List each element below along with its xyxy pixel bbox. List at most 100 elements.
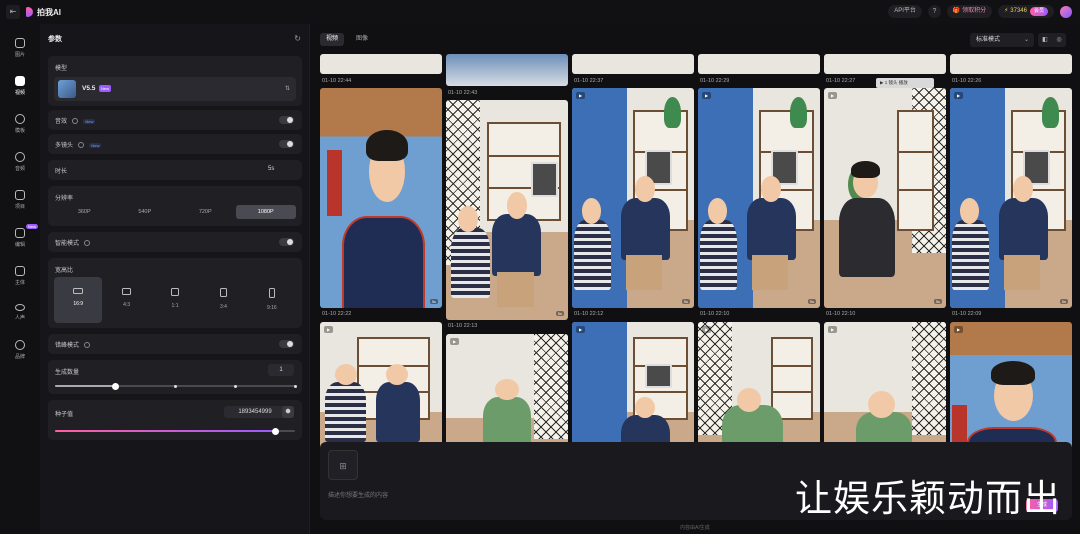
ratio-option-3-4[interactable]: 3:4 [199,277,247,323]
eye-icon [15,304,25,311]
tab-image[interactable]: 图像 [350,33,374,46]
video-thumbnail[interactable] [950,54,1072,74]
video-thumbnail[interactable]: ▶ 5s [950,88,1072,308]
music-icon [15,152,25,162]
video-thumbnail[interactable] [824,54,946,74]
help-icon[interactable] [83,342,90,349]
seed-input[interactable]: 1893454999 [224,406,286,418]
ratio-label: 3:4 [219,304,227,310]
ratio-9-16-icon [268,288,275,298]
nav-item-template[interactable]: 模板 [0,114,40,134]
upload-image-button[interactable]: ⊞ [328,450,358,480]
nav-label: 主体 [14,280,25,286]
video-thumbnail[interactable] [446,54,568,86]
count-input[interactable]: 1 [268,364,294,376]
nav-item-video[interactable]: 视频 [0,76,40,96]
offpeak-label-wrap: 错峰模式 [55,340,90,349]
help-icon[interactable] [71,118,78,125]
resolution-option-360p[interactable]: 360P [54,205,115,219]
nav-item-edit[interactable]: New 编辑 [0,224,40,248]
layout-icon[interactable]: ◧ [1038,33,1052,47]
shelf-decor [897,110,934,231]
multi-shot-toggle[interactable] [279,140,294,148]
claim-points-button[interactable]: 🎁 领取积分 [946,5,993,18]
slider-step-dot [293,384,297,388]
offpeak-toggle[interactable] [279,340,294,348]
resolution-option-1080p[interactable]: 1080P [235,205,296,219]
sound-card: 音效 New [48,110,302,130]
nav-item-brand[interactable]: 品牌 [0,340,40,360]
nav-item-project[interactable]: 项目 [0,190,40,210]
duration-card[interactable]: 时长 5s [48,160,302,180]
figure-jacket [838,198,895,278]
sound-toggle[interactable] [279,116,294,124]
mode-select[interactable]: 标准模式 ⌄ [970,33,1034,47]
video-thumbnail[interactable] [572,54,694,74]
figure-head [867,391,895,418]
settings-icon[interactable]: ◎ [1052,33,1066,47]
avatar[interactable] [1060,5,1072,18]
refresh-icon[interactable]: ↻ [294,34,301,43]
plant-decor [663,96,681,128]
clip-tag: ▶ [576,92,586,99]
video-thumbnail[interactable]: ▶ 5s [572,88,694,308]
duration-label: 时长 [55,169,68,175]
image-upload-icon: ⊞ [339,461,347,471]
ratio-option-9-16[interactable]: 9:16 [248,277,296,323]
help-icon[interactable] [77,142,84,149]
nav-item-voice[interactable]: 人声 [0,304,40,321]
logo[interactable]: 拍我AI [26,7,61,18]
smart-mode-toggle[interactable] [279,238,294,246]
video-thumbnail[interactable]: 5s [320,88,442,308]
nav-item-subject[interactable]: 主体 [0,266,40,286]
multi-shot-label-wrap: 多镜头 New [55,140,102,149]
clip-tag: ▶ [954,92,964,99]
count-label: 生成数量 [55,370,80,376]
plant-decor [789,96,807,128]
ratio-option-16-9[interactable]: 16:9 [54,277,103,323]
ratio-option-1-1[interactable]: 1:1 [151,277,199,323]
back-icon[interactable]: ⇤ [6,5,20,19]
aspect-ratio-label: 宽高比 [55,268,74,274]
nav-item-image[interactable]: 图片 [0,38,40,58]
resolution-option-540p[interactable]: 540P [115,205,176,219]
count-slider[interactable] [55,382,297,390]
new-tag: New [83,118,96,124]
api-platform-button[interactable]: API平台 [888,5,922,18]
tab-video[interactable]: 视频 [320,33,345,46]
duration-value: 5s [268,166,275,172]
help-icon[interactable] [83,240,90,247]
points-balance[interactable]: ⚡ 37346 会员 [998,5,1054,18]
clip-duration: 5s [807,299,816,304]
sparkle-icon [15,114,25,124]
video-thumbnail[interactable] [320,54,442,74]
offpeak-label: 错峰模式 [55,343,80,349]
seed-slider-thumb[interactable] [272,427,280,435]
resolution-option-720p[interactable]: 720P [175,205,236,219]
video-thumbnail[interactable] [698,54,820,74]
figure-pants [751,255,789,291]
count-slider-thumb[interactable] [111,382,119,390]
video-thumbnail[interactable]: ▶ 5s [824,88,946,308]
dice-icon[interactable]: ⬢ [282,406,294,418]
aspect-ratio-card: 宽高比 16:9 4:3 1:1 3:4 9:16 [48,258,302,328]
vip-badge[interactable]: 会员 [1029,7,1048,16]
params-title: 参数 [48,36,62,43]
clip-tag: ▶ [324,326,334,333]
video-thumbnail[interactable]: ▶ 5s [698,88,820,308]
prompt-input[interactable]: 描述你想要生成的内容 [328,490,388,499]
nav-item-audio[interactable]: 音频 [0,152,40,172]
points-value: 37346 [1010,8,1027,14]
claim-points-label: 领取积分 [962,8,987,14]
resolution-card: 分辨率 360P 540P 720P 1080P [48,186,302,226]
help-icon[interactable]: ? [927,5,941,18]
model-new-tag: New [99,85,112,92]
nav-label: 图片 [14,52,25,58]
ratio-16-9-icon [73,288,84,294]
model-select[interactable]: V5.5 New ⇅ [54,77,296,101]
timestamp: 01-10 22:12 [574,311,604,317]
video-thumbnail[interactable]: 5s [446,100,568,320]
seed-slider[interactable] [55,427,295,435]
play-overlay-label[interactable]: ▶ 1 镜头 播放 [876,78,934,88]
ratio-option-4-3[interactable]: 4:3 [102,277,150,323]
